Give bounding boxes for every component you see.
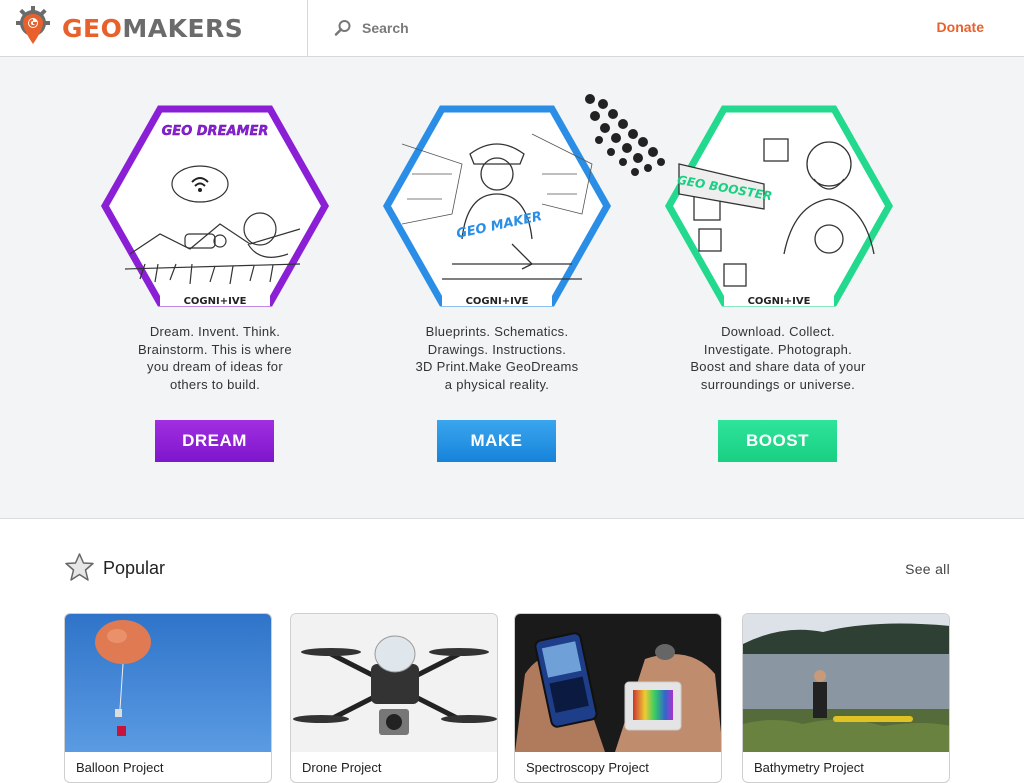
popular-cards: Balloon Project Drone Project Spectrosco… bbox=[64, 613, 950, 783]
social-icons-stream bbox=[585, 94, 665, 176]
project-card-spectroscopy[interactable]: Spectroscopy Project bbox=[514, 613, 722, 783]
description-line: Blueprints. Schematics. bbox=[425, 324, 569, 339]
description-line: Drawings. Instructions. bbox=[427, 341, 567, 357]
description-line: Dream. Invent. Think. bbox=[149, 324, 281, 339]
logo-wordmark: GEOMAKERS bbox=[62, 14, 243, 43]
hero-section: GEO DREAMER COGNI+IVE Dream. Invent. Thi… bbox=[0, 57, 1024, 519]
drone-image bbox=[291, 614, 497, 752]
description-line: 3D Print.Make GeoDreams bbox=[415, 359, 579, 374]
description-line: others to build. bbox=[169, 376, 261, 392]
gear-pin-logo-icon bbox=[14, 6, 52, 50]
project-card-balloon[interactable]: Balloon Project bbox=[64, 613, 272, 783]
geo-booster-illustration[interactable]: GEO BOOSTER COGNI+IVE bbox=[664, 104, 894, 309]
make-button[interactable]: MAKE bbox=[437, 420, 556, 462]
project-card-drone[interactable]: Drone Project bbox=[290, 613, 498, 783]
maker-description: Blueprints. Schematics. Drawings. Instru… bbox=[397, 323, 597, 393]
search-bar[interactable] bbox=[334, 18, 562, 38]
geo-maker-illustration[interactable]: GEO MAKER COGNI+IVE bbox=[382, 104, 612, 309]
description-line: Boost and share data of your bbox=[690, 359, 866, 374]
popular-header: Popular See all bbox=[64, 552, 950, 584]
logo-geo-text: GEO bbox=[62, 13, 123, 43]
star-icon bbox=[65, 553, 94, 581]
dreamer-description: Dream. Invent. Think. Brainstorm. This i… bbox=[115, 323, 315, 393]
spectroscopy-image bbox=[515, 614, 721, 752]
description-line: Brainstorm. This is where bbox=[138, 341, 292, 357]
badge-footer: COGNI+IVE bbox=[748, 296, 811, 307]
description-line: Download. Collect. bbox=[721, 324, 835, 339]
description-line: you dream of ideas for bbox=[147, 359, 283, 374]
popular-title: Popular bbox=[103, 558, 166, 578]
see-all-link[interactable]: See all bbox=[905, 561, 950, 577]
booster-description: Download. Collect. Investigate. Photogra… bbox=[678, 323, 878, 393]
badge-footer: COGNI+IVE bbox=[184, 296, 247, 307]
top-header: GEOMAKERS Donate bbox=[0, 0, 1024, 57]
bathymetry-image bbox=[743, 614, 949, 752]
geo-dreamer-illustration[interactable]: GEO DREAMER COGNI+IVE bbox=[100, 104, 330, 309]
logo-makers-text: MAKERS bbox=[122, 13, 244, 43]
description-line: Investigate. Photograph. bbox=[703, 341, 853, 357]
boost-button[interactable]: BOOST bbox=[718, 420, 837, 462]
badge-footer: COGNI+IVE bbox=[466, 296, 529, 307]
description-line: a physical reality. bbox=[444, 376, 550, 392]
donate-link[interactable]: Donate bbox=[937, 19, 984, 35]
geomakers-logo[interactable]: GEOMAKERS bbox=[14, 6, 243, 50]
dream-button[interactable]: DREAM bbox=[155, 420, 274, 462]
project-card-bathymetry[interactable]: Bathymetry Project bbox=[742, 613, 950, 783]
description-line: surroundings or universe. bbox=[700, 376, 856, 392]
search-input[interactable] bbox=[362, 20, 562, 36]
header-divider bbox=[307, 0, 308, 57]
balloon-image bbox=[65, 614, 271, 752]
search-icon bbox=[334, 20, 351, 36]
badge-title: GEO DREAMER bbox=[162, 124, 269, 139]
